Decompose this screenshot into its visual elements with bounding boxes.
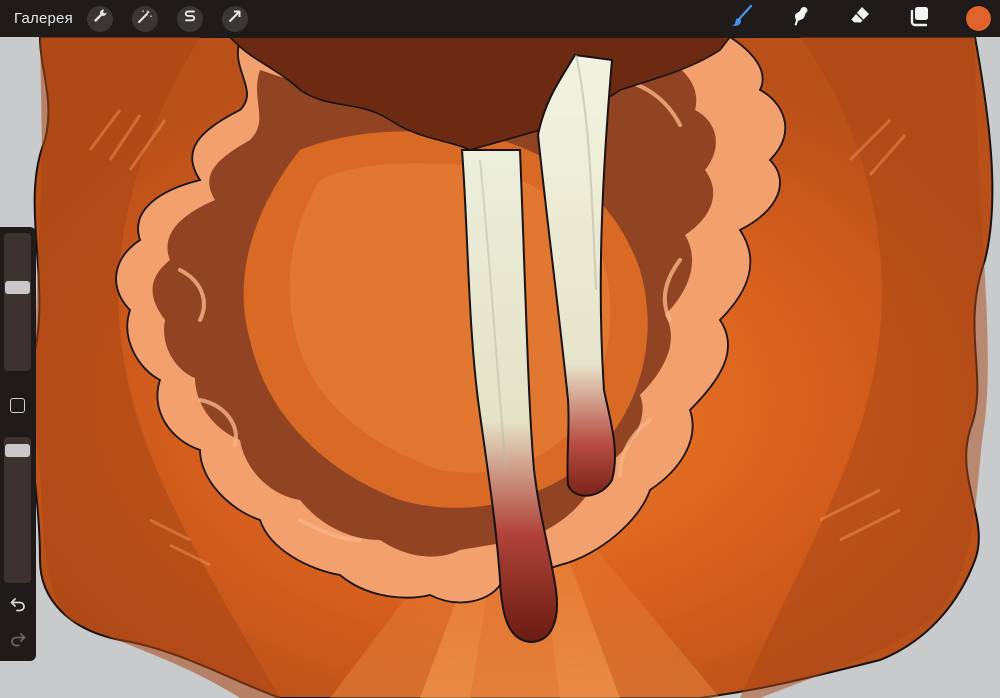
smudge-button[interactable] [788, 6, 814, 32]
top-toolbar: Галерея [0, 0, 1000, 37]
brush-size-thumb[interactable] [5, 281, 30, 294]
selection-button[interactable] [176, 5, 203, 32]
actions-button[interactable] [86, 5, 113, 32]
brush-icon [730, 4, 754, 33]
current-color-swatch[interactable] [966, 6, 991, 31]
selection-s-icon [182, 8, 198, 29]
layers-button[interactable] [906, 6, 932, 32]
layers-icon [907, 4, 931, 33]
drawing-canvas[interactable] [0, 0, 1000, 698]
gallery-button[interactable]: Галерея [14, 10, 73, 27]
smudge-icon [789, 4, 813, 33]
redo-icon[interactable] [9, 630, 27, 648]
eraser-icon [848, 4, 872, 33]
brush-button[interactable] [729, 4, 755, 33]
brush-size-slider[interactable] [4, 233, 31, 371]
right-tool-group [696, 0, 1000, 37]
left-sidebar [0, 227, 36, 661]
opacity-thumb[interactable] [5, 444, 30, 457]
adjustments-button[interactable] [131, 5, 158, 32]
adjustments-magic-wand-icon [137, 8, 153, 29]
transform-arrow-icon [227, 8, 243, 29]
eraser-button[interactable] [847, 6, 873, 32]
opacity-slider[interactable] [4, 437, 31, 583]
undo-icon[interactable] [9, 595, 27, 613]
transform-button[interactable] [221, 5, 248, 32]
actions-wrench-icon [92, 8, 108, 29]
modify-square-icon[interactable] [10, 398, 25, 413]
